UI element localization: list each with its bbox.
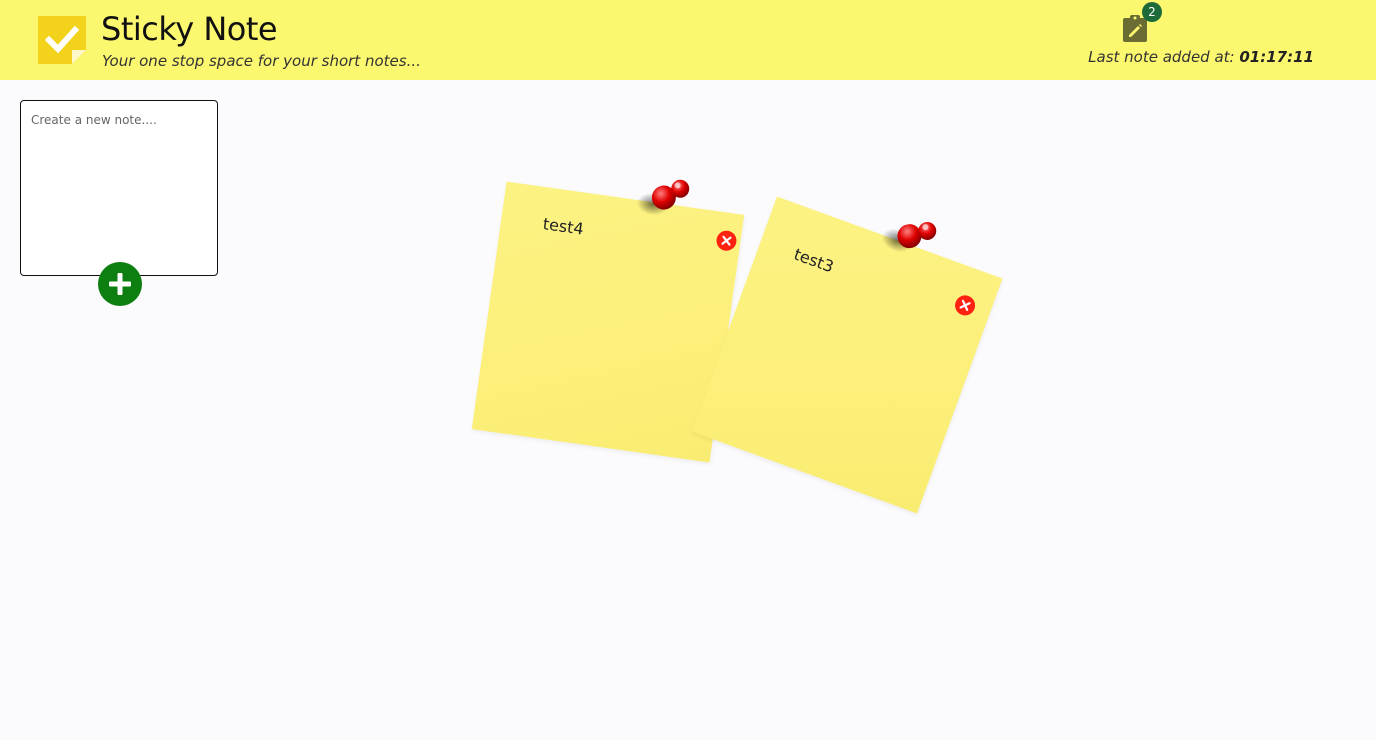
last-note-added-label: Last note added at: [1088, 48, 1240, 66]
close-icon [715, 229, 738, 252]
last-note-added: Last note added at: 01:17:11 [1088, 48, 1314, 66]
delete-note-button[interactable] [952, 292, 978, 319]
delete-note-button[interactable] [715, 229, 738, 252]
last-note-added-time: 01:17:11 [1239, 48, 1314, 66]
note-text: test4 [541, 214, 585, 239]
checkmark-note-icon [38, 16, 86, 64]
notes-count-badge: 2 [1142, 2, 1162, 22]
pushpin-icon [874, 204, 947, 272]
new-note-composer [20, 100, 218, 276]
note-text: test3 [791, 244, 837, 277]
app-header: Sticky Note Your one stop space for your… [0, 0, 1376, 80]
app-title: Sticky Note [101, 10, 278, 48]
plus-icon [98, 262, 142, 306]
app-tagline: Your one stop space for your short notes… [102, 52, 421, 70]
new-note-input[interactable] [21, 101, 217, 275]
pushpin-icon [633, 170, 699, 228]
add-note-button[interactable] [98, 262, 142, 306]
close-icon [952, 293, 978, 319]
